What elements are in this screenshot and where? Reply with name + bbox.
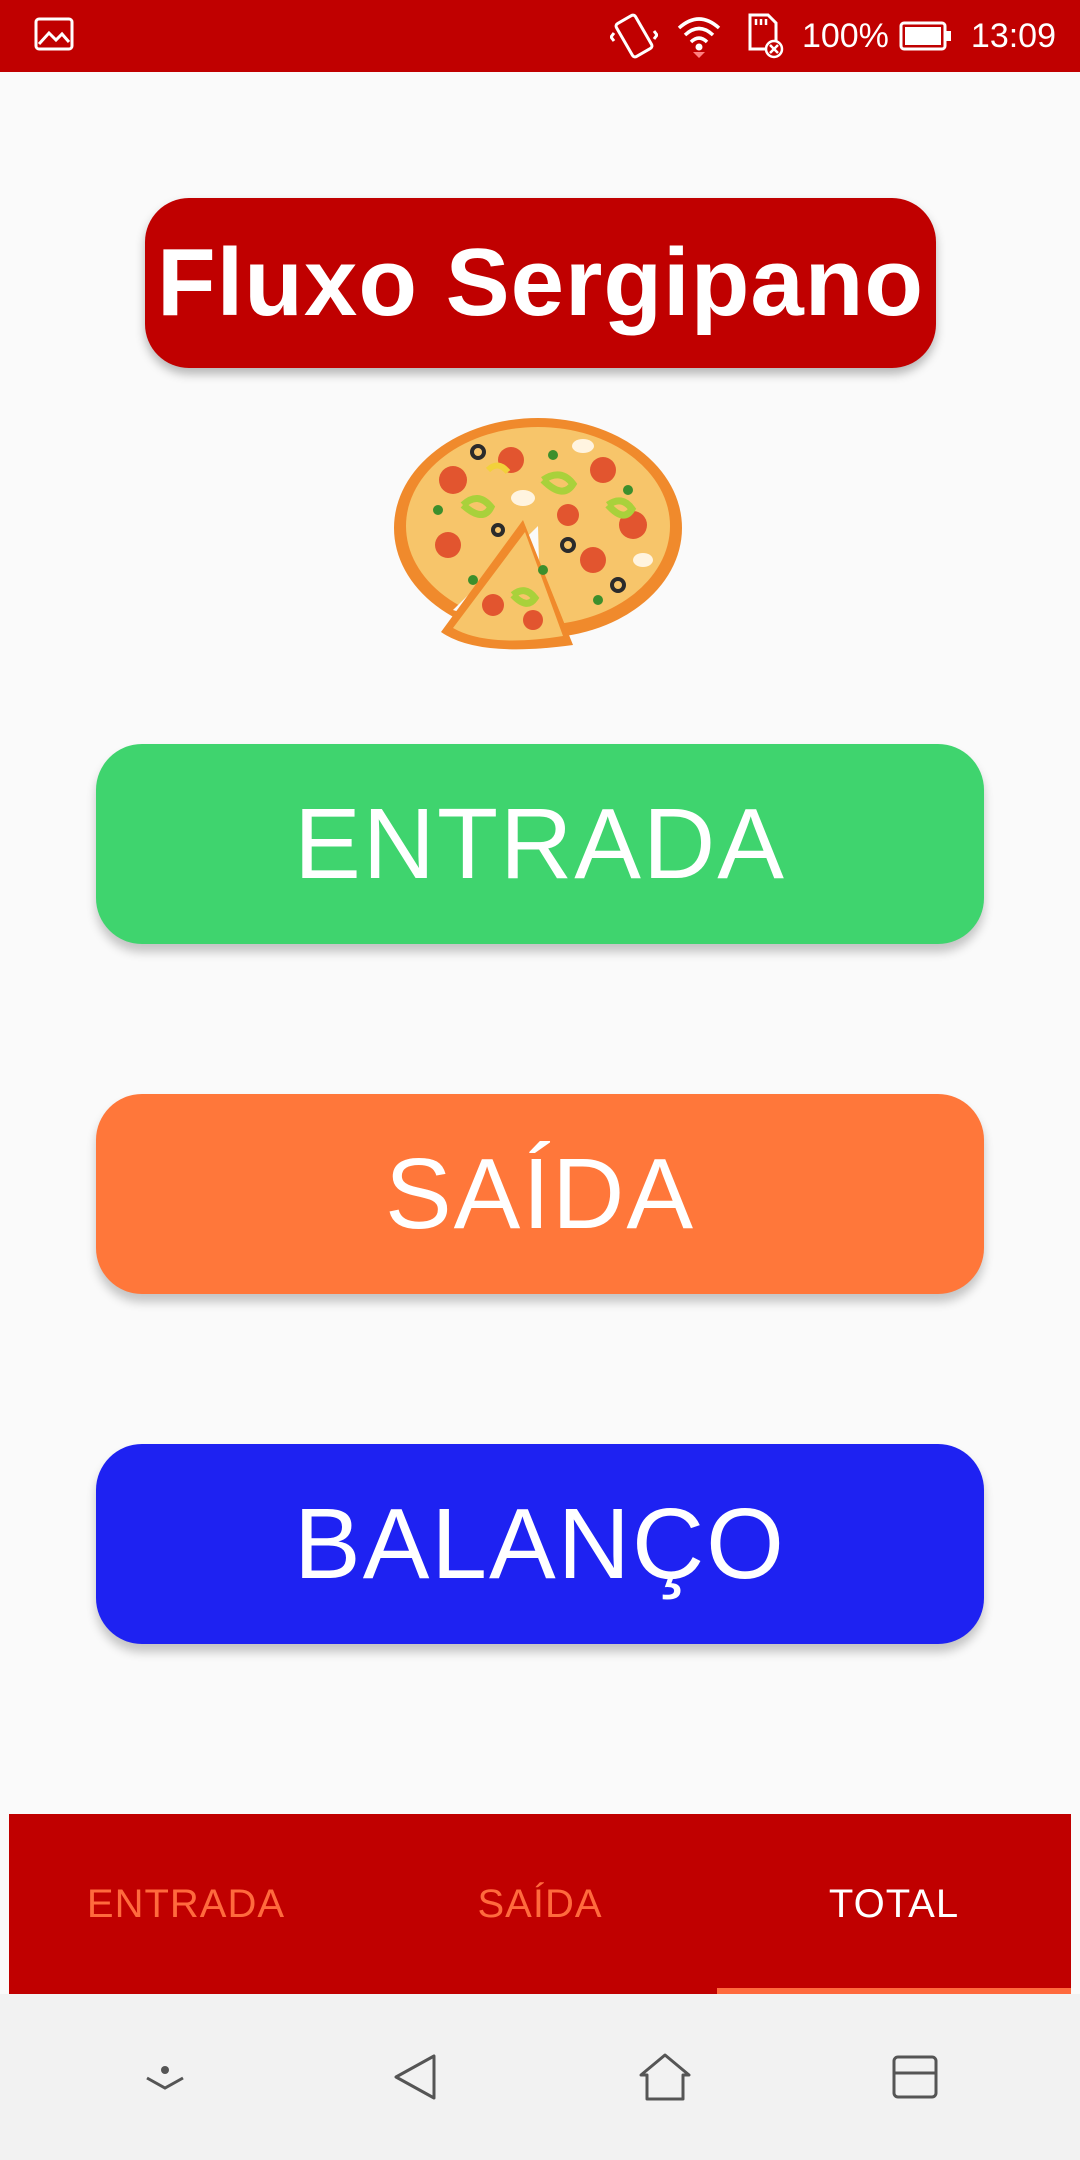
home-icon[interactable] <box>620 2032 710 2122</box>
entrada-button[interactable]: ENTRADA <box>96 744 984 944</box>
battery-status: 100% <box>802 17 953 56</box>
status-bar: 100% 13:09 <box>0 0 1080 72</box>
tab-label: ENTRADA <box>86 1881 286 1926</box>
tab-label: SAÍDA <box>477 1881 603 1926</box>
balanco-button[interactable]: BALANÇO <box>96 1444 984 1644</box>
recents-icon[interactable] <box>870 2032 960 2122</box>
notification-collapse-icon[interactable] <box>120 2032 210 2122</box>
system-nav-bar <box>0 1994 1080 2160</box>
wifi-icon <box>676 14 722 58</box>
main-content: Fluxo Sergipano ENTRADA SAÍDA BALANÇO <box>0 72 1080 1814</box>
tab-total[interactable]: TOTAL <box>717 1814 1071 1994</box>
battery-percent: 100% <box>801 16 889 55</box>
battery-icon <box>899 20 953 52</box>
app-title: Fluxo Sergipano <box>145 198 936 368</box>
tab-saida[interactable]: SAÍDA <box>363 1814 717 1994</box>
image-notification-icon <box>34 17 74 56</box>
saida-button[interactable]: SAÍDA <box>96 1094 984 1294</box>
vibrate-icon <box>609 13 658 59</box>
pizza-logo-icon <box>393 410 688 660</box>
clock: 13:09 <box>970 16 1056 55</box>
back-icon[interactable] <box>370 2032 460 2122</box>
bottom-tab-bar: ENTRADA SAÍDA TOTAL <box>9 1814 1071 1994</box>
tab-label: TOTAL <box>828 1881 960 1926</box>
tab-entrada[interactable]: ENTRADA <box>9 1814 363 1994</box>
sd-card-icon <box>740 13 784 59</box>
